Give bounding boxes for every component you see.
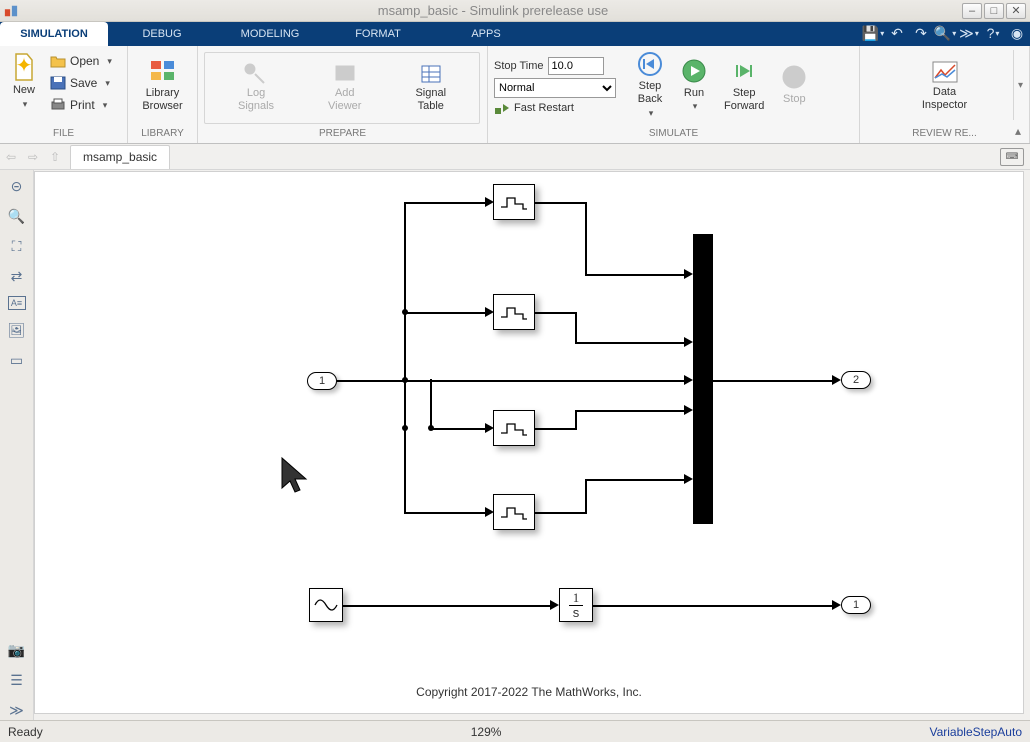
step-back-button[interactable]: Step Back▾ [630,50,670,120]
new-button[interactable]: ✦ New ▾ [6,50,42,112]
model-tab[interactable]: msamp_basic [70,145,170,169]
stop-time-input[interactable] [548,57,604,75]
tab-format[interactable]: FORMAT [324,22,432,46]
help-icon[interactable]: ? [984,24,1002,42]
zoh-block-2[interactable] [493,294,535,330]
screenshot-icon[interactable]: 📷 [7,640,27,660]
signal-table-button[interactable]: Signal Table [409,61,452,114]
svg-text:✦: ✦ [16,55,33,77]
palette: ⊝ 🔍 ⛶ ⇄ A≡ 🖼 ▭ 📷 ☰ ≫ [0,170,34,720]
library-browser-button[interactable]: Library Browser [136,57,188,114]
image-icon[interactable]: 🖼 [7,320,27,340]
collapse-toolstrip-button[interactable]: ▴ [1010,123,1026,139]
maximize-button[interactable]: □ [984,3,1004,19]
status-zoom: 129% [471,725,502,739]
zoh-block-4[interactable] [493,494,535,530]
mux-block[interactable] [693,234,713,524]
fullscreen-icon[interactable]: ◉ [1008,24,1026,42]
integrator-block[interactable]: 1s [559,588,593,622]
data-inspector-button[interactable]: Data Inspector [916,58,973,113]
tab-modeling[interactable]: MODELING [216,22,324,46]
viewmark-icon[interactable]: ☰ [7,670,27,690]
app-icon [4,4,18,18]
zoom-icon[interactable]: 🔍 [7,206,27,226]
save-quick-icon[interactable]: 💾 [864,24,882,42]
nav-up-icon[interactable]: ⇧ [44,146,66,168]
find-icon[interactable]: 🔍 [936,24,954,42]
tab-strip: SIMULATION DEBUG MODELING FORMAT APPS 💾 … [0,22,1030,46]
annotation-icon[interactable]: A≡ [8,296,26,310]
open-button[interactable]: Open▾ [46,50,116,72]
redo-icon[interactable]: ↷ [912,24,930,42]
zoh-block-1[interactable] [493,184,535,220]
breadcrumb-bar: ⇦ ⇨ ⇧ msamp_basic ⌨ [0,144,1030,170]
nav-back-icon[interactable]: ⇦ [0,146,22,168]
zoh-block-3[interactable] [493,410,535,446]
stop-button[interactable]: Stop [774,63,814,108]
close-button[interactable]: ✕ [1006,3,1026,19]
title-bar: msamp_basic - Simulink prerelease use – … [0,0,1030,22]
window-title: msamp_basic - Simulink prerelease use [24,3,962,18]
shortcut-icon[interactable]: ≫ [960,24,978,42]
fast-restart-button[interactable]: Fast Restart [494,101,616,115]
fit-view-icon[interactable]: ⛶ [7,236,27,256]
step-forward-button[interactable]: Step Forward [718,57,770,114]
print-button[interactable]: Print▾ [46,94,116,116]
stop-time-label: Stop Time [494,60,544,72]
fast-restart-icon [494,101,510,115]
tab-simulation[interactable]: SIMULATION [0,22,108,46]
save-icon [50,76,66,90]
outport-block-2[interactable]: 2 [841,371,871,389]
expand-palette-icon[interactable]: ≫ [7,700,27,720]
toolstrip: ✦ New ▾ Open▾ Save▾ Print▾ FILE [0,46,1030,144]
sim-mode-select[interactable]: Normal [494,78,616,98]
inport-block[interactable]: 1 [307,372,337,390]
nav-forward-icon[interactable]: ⇨ [22,146,44,168]
canvas[interactable]: 1 [34,171,1024,714]
copyright-text: Copyright 2017-2022 The MathWorks, Inc. [35,685,1023,699]
add-viewer-button[interactable]: Add Viewer [322,61,367,114]
minimize-button[interactable]: – [962,3,982,19]
sine-wave-block[interactable] [309,588,343,622]
area-icon[interactable]: ▭ [7,350,27,370]
folder-open-icon [50,54,66,68]
workspace: ⊝ 🔍 ⛶ ⇄ A≡ 🖼 ▭ 📷 ☰ ≫ 1 [0,170,1030,720]
hide-explorer-icon[interactable]: ⊝ [7,176,27,196]
undo-icon[interactable]: ↶ [888,24,906,42]
sample-time-icon[interactable]: ⇄ [7,266,27,286]
tab-debug[interactable]: DEBUG [108,22,216,46]
cursor-icon [278,456,312,496]
review-more-dropdown[interactable]: ▾ [1013,50,1027,120]
status-solver[interactable]: VariableStepAuto [929,725,1022,739]
save-button[interactable]: Save▾ [46,72,116,94]
log-signals-button[interactable]: Log Signals [232,61,280,114]
outport-block-1[interactable]: 1 [841,596,871,614]
print-icon [50,98,66,112]
status-ready: Ready [8,725,43,739]
status-bar: Ready 129% VariableStepAuto [0,720,1030,742]
keyboard-icon[interactable]: ⌨ [1000,148,1024,166]
run-button[interactable]: Run▾ [674,57,714,115]
tab-apps[interactable]: APPS [432,22,540,46]
